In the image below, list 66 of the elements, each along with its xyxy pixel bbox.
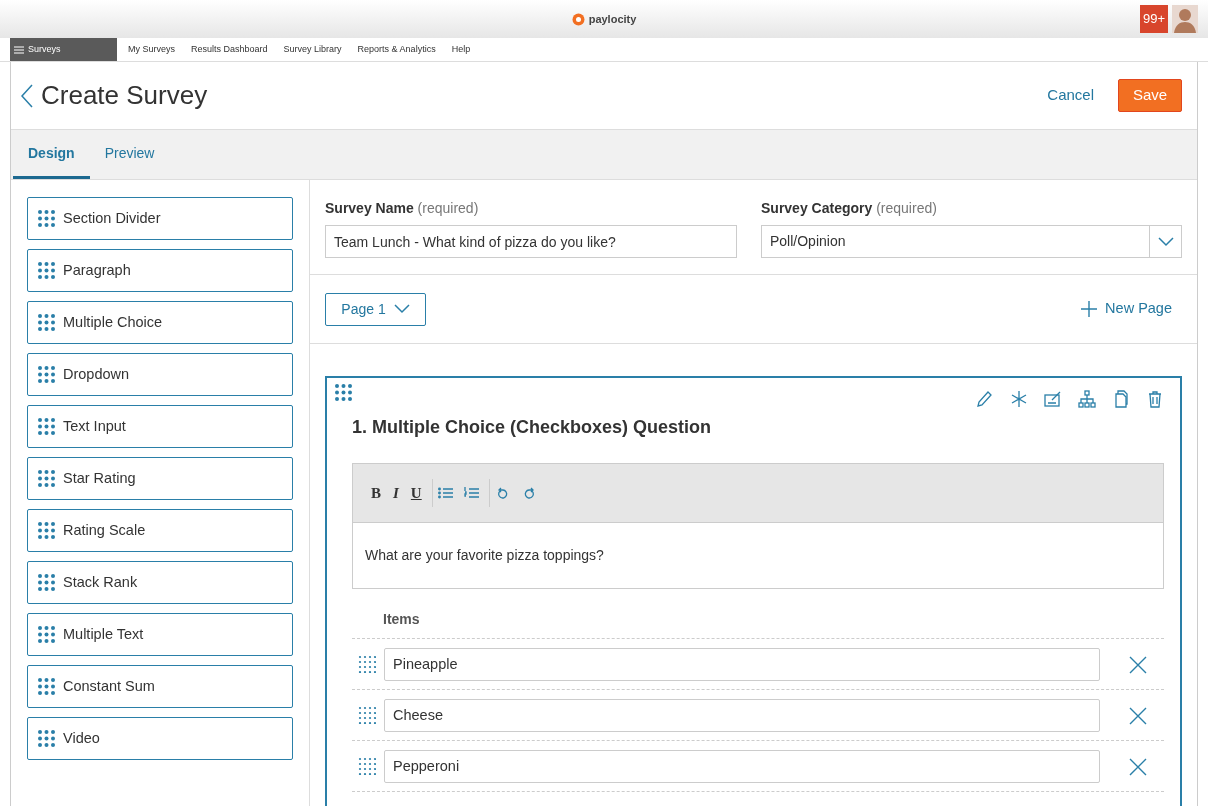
grip-icon — [38, 314, 55, 332]
nav-link[interactable]: Survey Library — [283, 42, 342, 57]
chevron-down-icon — [393, 304, 410, 315]
grip-icon — [335, 384, 352, 402]
cancel-link[interactable]: Cancel — [1047, 84, 1094, 107]
edit-form-icon[interactable] — [1044, 390, 1062, 409]
logo-text: paylocity — [588, 11, 637, 27]
grip-icon — [38, 730, 55, 748]
format-button[interactable]: U — [404, 481, 428, 505]
palette-item[interactable]: Dropdown — [27, 353, 293, 397]
palette-item[interactable]: Paragraph — [27, 249, 293, 293]
palette-item[interactable]: Stack Rank — [27, 561, 293, 605]
palette-item[interactable]: Multiple Text — [27, 613, 293, 657]
grip-icon — [38, 522, 55, 540]
palette-item[interactable]: Video — [27, 717, 293, 761]
page-dropdown[interactable]: Page 1 — [325, 292, 426, 326]
notification-count[interactable]: 99+ — [1140, 5, 1168, 33]
palette-item[interactable]: Section Divider — [27, 197, 293, 241]
grip-icon — [38, 210, 55, 228]
nav-link[interactable]: Results Dashboard — [191, 42, 268, 57]
grip-icon — [38, 626, 55, 644]
grip-icon — [38, 678, 55, 696]
plus-icon — [1081, 301, 1098, 318]
menu-button[interactable]: Surveys — [10, 38, 117, 61]
asterisk-icon[interactable] — [1010, 390, 1028, 409]
trash-icon[interactable] — [1146, 390, 1164, 409]
items-label: Items — [383, 610, 421, 630]
grip-icon — [38, 366, 55, 384]
tab[interactable]: Preview — [89, 130, 170, 180]
pencil-icon[interactable] — [976, 390, 994, 409]
tab[interactable]: Design — [13, 130, 90, 180]
back-button[interactable] — [21, 83, 33, 108]
palette-item[interactable]: Multiple Choice — [27, 301, 293, 345]
grip-icon[interactable] — [358, 757, 376, 776]
logo-icon — [571, 12, 585, 26]
grip-icon — [38, 574, 55, 592]
format-button[interactable]: B — [365, 481, 387, 505]
nav-link[interactable]: Help — [451, 42, 471, 57]
question-prompt[interactable]: What are your favorite pizza toppings? — [353, 523, 1163, 589]
nav-link[interactable]: My Surveys — [128, 42, 175, 57]
grip-icon — [38, 262, 55, 280]
item-field[interactable]: Pineapple — [384, 647, 1100, 681]
palette-item[interactable]: Text Input — [27, 405, 293, 449]
chevron-down-icon — [1157, 236, 1174, 247]
grip-icon[interactable] — [358, 706, 376, 725]
palette-item[interactable]: Constant Sum — [27, 665, 293, 709]
avatar-icon[interactable] — [1172, 5, 1198, 33]
palette-item[interactable]: Star Rating — [27, 457, 293, 501]
grip-icon[interactable] — [358, 655, 376, 674]
survey-name-field[interactable]: Team Lunch - What kind of pizza do you like? — [325, 225, 737, 259]
new-page-link[interactable]: New Page — [1081, 298, 1172, 320]
item-field[interactable]: Pepperoni — [384, 749, 1100, 783]
page-title: Create Survey — [41, 79, 208, 112]
hierarchy-icon[interactable] — [1078, 390, 1096, 409]
field-label: Survey Category (required) — [761, 199, 938, 219]
copy-icon[interactable] — [1112, 390, 1130, 409]
item-field[interactable]: Cheese — [384, 698, 1100, 732]
palette-item[interactable]: Rating Scale — [27, 509, 293, 553]
nav-link[interactable]: Reports & Analytics — [357, 42, 436, 57]
format-button[interactable]: I — [387, 481, 405, 505]
menu-icon — [14, 45, 24, 54]
question-title: 1. Multiple Choice (Checkboxes) Question — [352, 416, 713, 440]
field-label: Survey Name (required) — [325, 199, 480, 219]
grip-icon — [38, 418, 55, 436]
survey-category-dropdown[interactable]: Poll/Opinion — [761, 225, 1182, 259]
grip-icon — [38, 470, 55, 488]
